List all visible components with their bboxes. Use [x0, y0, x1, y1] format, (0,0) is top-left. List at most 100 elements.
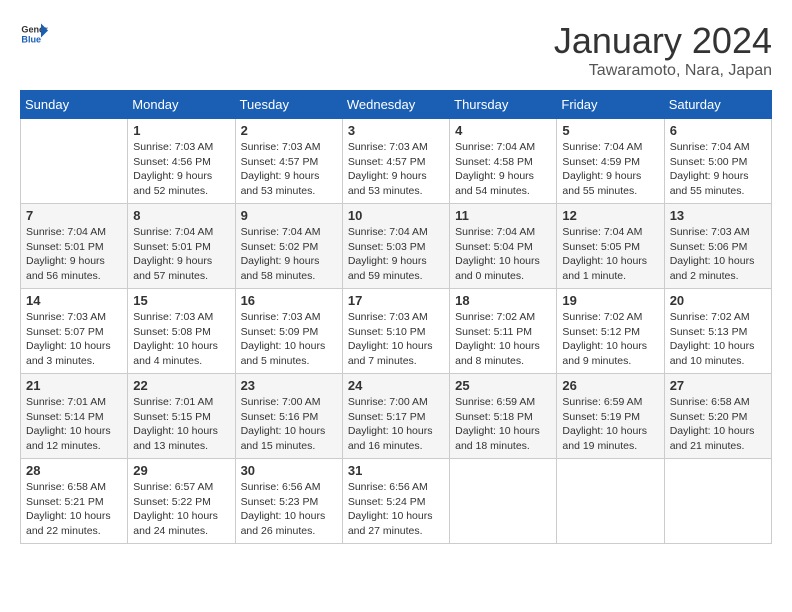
calendar-week-row: 21Sunrise: 7:01 AMSunset: 5:14 PMDayligh…	[21, 374, 772, 459]
day-number: 4	[455, 123, 551, 138]
day-number: 17	[348, 293, 444, 308]
day-info: Sunrise: 6:59 AMSunset: 5:19 PMDaylight:…	[562, 395, 658, 454]
calendar-week-row: 14 Sunrise: 7:03 AMSunset: 5:07 PMDayligh…	[21, 289, 772, 374]
day-number: 20	[670, 293, 766, 308]
day-info: Sunrise: 6:56 AMSunset: 5:23 PMDaylight:…	[241, 480, 337, 539]
day-info: Sunrise: 7:04 AMSunset: 4:59 PMDaylight:…	[562, 140, 658, 199]
weekday-header-monday: Monday	[128, 91, 235, 119]
calendar-cell	[557, 459, 664, 544]
day-number: 6	[670, 123, 766, 138]
day-info: Sunrise: 7:01 AMSunset: 5:14 PMDaylight:…	[26, 395, 122, 454]
day-number: 19	[562, 293, 658, 308]
day-info: Sunrise: 6:59 AMSunset: 5:18 PMDaylight:…	[455, 395, 551, 454]
day-info: Sunrise: 7:04 AMSunset: 5:03 PMDaylight:…	[348, 225, 444, 284]
calendar-cell: 31Sunrise: 6:56 AMSunset: 5:24 PMDayligh…	[342, 459, 449, 544]
day-info: Sunrise: 7:02 AMSunset: 5:12 PMDaylight:…	[562, 310, 658, 369]
logo: General Blue	[20, 20, 48, 48]
day-info: Sunrise: 7:03 AMSunset: 5:06 PMDaylight:…	[670, 225, 766, 284]
svg-text:Blue: Blue	[21, 34, 41, 44]
calendar-cell: 24 Sunrise: 7:00 AMSunset: 5:17 PMDayligh…	[342, 374, 449, 459]
day-info: Sunrise: 7:03 AMSunset: 5:07 PMDaylight:…	[26, 310, 122, 369]
calendar-cell: 2Sunrise: 7:03 AMSunset: 4:57 PMDaylight…	[235, 119, 342, 204]
calendar-cell: 7Sunrise: 7:04 AMSunset: 5:01 PMDaylight…	[21, 204, 128, 289]
day-number: 14	[26, 293, 122, 308]
calendar-cell: 30 Sunrise: 6:56 AMSunset: 5:23 PMDayligh…	[235, 459, 342, 544]
day-info: Sunrise: 6:58 AMSunset: 5:21 PMDaylight:…	[26, 480, 122, 539]
calendar-cell: 16 Sunrise: 7:03 AMSunset: 5:09 PMDayligh…	[235, 289, 342, 374]
day-info: Sunrise: 7:00 AMSunset: 5:17 PMDaylight:…	[348, 395, 444, 454]
weekday-header-friday: Friday	[557, 91, 664, 119]
calendar-week-row: 7Sunrise: 7:04 AMSunset: 5:01 PMDaylight…	[21, 204, 772, 289]
page-title: January 2024	[554, 20, 772, 62]
day-info: Sunrise: 7:04 AMSunset: 5:01 PMDaylight:…	[133, 225, 229, 284]
day-info: Sunrise: 7:04 AMSunset: 5:04 PMDaylight:…	[455, 225, 551, 284]
day-number: 23	[241, 378, 337, 393]
calendar-cell: 9 Sunrise: 7:04 AMSunset: 5:02 PMDaylight…	[235, 204, 342, 289]
day-info: Sunrise: 6:56 AMSunset: 5:24 PMDaylight:…	[348, 480, 444, 539]
day-info: Sunrise: 7:04 AMSunset: 5:02 PMDaylight:…	[241, 225, 337, 284]
day-number: 16	[241, 293, 337, 308]
calendar-cell: 18Sunrise: 7:02 AMSunset: 5:11 PMDayligh…	[450, 289, 557, 374]
day-info: Sunrise: 7:02 AMSunset: 5:11 PMDaylight:…	[455, 310, 551, 369]
calendar-cell: 6Sunrise: 7:04 AMSunset: 5:00 PMDaylight…	[664, 119, 771, 204]
calendar-cell: 29Sunrise: 6:57 AMSunset: 5:22 PMDayligh…	[128, 459, 235, 544]
calendar-cell: 26 Sunrise: 6:59 AMSunset: 5:19 PMDayligh…	[557, 374, 664, 459]
calendar-cell	[664, 459, 771, 544]
day-number: 30	[241, 463, 337, 478]
calendar-cell	[21, 119, 128, 204]
calendar-table: SundayMondayTuesdayWednesdayThursdayFrid…	[20, 90, 772, 544]
day-number: 28	[26, 463, 122, 478]
calendar-cell: 25 Sunrise: 6:59 AMSunset: 5:18 PMDayligh…	[450, 374, 557, 459]
day-number: 10	[348, 208, 444, 223]
calendar-cell: 4Sunrise: 7:04 AMSunset: 4:58 PMDaylight…	[450, 119, 557, 204]
calendar-cell: 14 Sunrise: 7:03 AMSunset: 5:07 PMDayligh…	[21, 289, 128, 374]
weekday-header-wednesday: Wednesday	[342, 91, 449, 119]
day-number: 11	[455, 208, 551, 223]
calendar-cell: 17 Sunrise: 7:03 AMSunset: 5:10 PMDayligh…	[342, 289, 449, 374]
day-number: 29	[133, 463, 229, 478]
day-number: 15	[133, 293, 229, 308]
day-info: Sunrise: 7:03 AMSunset: 5:09 PMDaylight:…	[241, 310, 337, 369]
day-number: 27	[670, 378, 766, 393]
calendar-cell: 11 Sunrise: 7:04 AMSunset: 5:04 PMDayligh…	[450, 204, 557, 289]
day-number: 8	[133, 208, 229, 223]
day-info: Sunrise: 7:01 AMSunset: 5:15 PMDaylight:…	[133, 395, 229, 454]
weekday-header-saturday: Saturday	[664, 91, 771, 119]
day-number: 5	[562, 123, 658, 138]
calendar-cell: 5 Sunrise: 7:04 AMSunset: 4:59 PMDaylight…	[557, 119, 664, 204]
calendar-cell: 1Sunrise: 7:03 AMSunset: 4:56 PMDaylight…	[128, 119, 235, 204]
weekday-header-tuesday: Tuesday	[235, 91, 342, 119]
day-info: Sunrise: 7:04 AMSunset: 5:05 PMDaylight:…	[562, 225, 658, 284]
day-number: 24	[348, 378, 444, 393]
day-info: Sunrise: 7:03 AMSunset: 5:08 PMDaylight:…	[133, 310, 229, 369]
day-number: 2	[241, 123, 337, 138]
day-number: 9	[241, 208, 337, 223]
calendar-cell: 28 Sunrise: 6:58 AMSunset: 5:21 PMDayligh…	[21, 459, 128, 544]
day-number: 26	[562, 378, 658, 393]
day-number: 22	[133, 378, 229, 393]
page-subtitle: Tawaramoto, Nara, Japan	[554, 62, 772, 80]
day-info: Sunrise: 7:03 AMSunset: 4:57 PMDaylight:…	[348, 140, 444, 199]
calendar-cell: 22 Sunrise: 7:01 AMSunset: 5:15 PMDayligh…	[128, 374, 235, 459]
calendar-cell: 8 Sunrise: 7:04 AMSunset: 5:01 PMDaylight…	[128, 204, 235, 289]
calendar-cell: 15 Sunrise: 7:03 AMSunset: 5:08 PMDayligh…	[128, 289, 235, 374]
day-info: Sunrise: 7:03 AMSunset: 4:56 PMDaylight:…	[133, 140, 229, 199]
calendar-cell: 21Sunrise: 7:01 AMSunset: 5:14 PMDayligh…	[21, 374, 128, 459]
weekday-header-thursday: Thursday	[450, 91, 557, 119]
calendar-cell: 10 Sunrise: 7:04 AMSunset: 5:03 PMDayligh…	[342, 204, 449, 289]
header: General Blue January 2024 Tawaramoto, Na…	[20, 20, 772, 80]
day-info: Sunrise: 7:02 AMSunset: 5:13 PMDaylight:…	[670, 310, 766, 369]
day-info: Sunrise: 7:04 AMSunset: 5:01 PMDaylight:…	[26, 225, 122, 284]
day-number: 3	[348, 123, 444, 138]
day-number: 25	[455, 378, 551, 393]
calendar-cell	[450, 459, 557, 544]
calendar-cell: 20 Sunrise: 7:02 AMSunset: 5:13 PMDayligh…	[664, 289, 771, 374]
day-info: Sunrise: 7:03 AMSunset: 5:10 PMDaylight:…	[348, 310, 444, 369]
day-number: 13	[670, 208, 766, 223]
calendar-week-row: 28 Sunrise: 6:58 AMSunset: 5:21 PMDayligh…	[21, 459, 772, 544]
calendar-week-row: 1Sunrise: 7:03 AMSunset: 4:56 PMDaylight…	[21, 119, 772, 204]
calendar-header-row: SundayMondayTuesdayWednesdayThursdayFrid…	[21, 91, 772, 119]
logo-icon: General Blue	[20, 20, 48, 48]
calendar-cell: 19 Sunrise: 7:02 AMSunset: 5:12 PMDayligh…	[557, 289, 664, 374]
day-info: Sunrise: 7:00 AMSunset: 5:16 PMDaylight:…	[241, 395, 337, 454]
